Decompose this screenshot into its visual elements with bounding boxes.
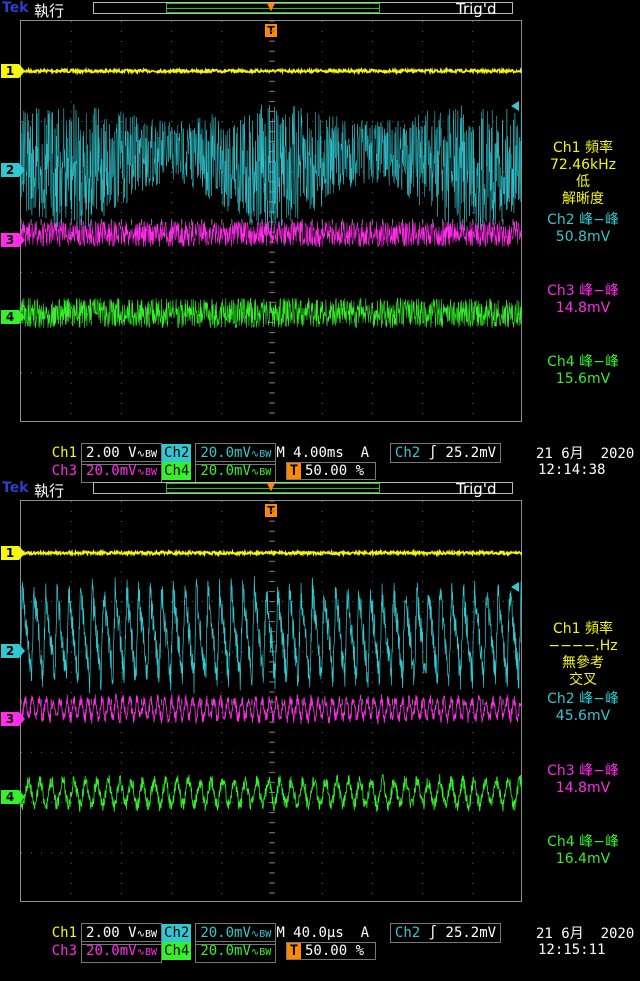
- ch3-marker[interactable]: 3: [1, 233, 25, 247]
- ch3-marker[interactable]: 3: [1, 712, 25, 726]
- ch2-trace: [20, 575, 522, 694]
- waveform-area: [20, 66, 522, 329]
- run-status: 執行: [34, 482, 65, 500]
- measurement-value: 45.6mV: [555, 708, 611, 724]
- timebase[interactable]: M 40.0µs: [276, 925, 343, 941]
- ch4-trace: [20, 297, 522, 329]
- trigger-level[interactable]: 25.2mV: [446, 445, 497, 461]
- trigger-position-readout[interactable]: T 50.00 %: [286, 942, 376, 960]
- measurement-label: Ch4 峰−峰: [547, 354, 619, 370]
- measurement-ch1: Ch1 頻率 72.46kHz 低 解晰度: [526, 140, 640, 208]
- date-readout: 21 6月 2020: [536, 926, 635, 942]
- measurement-ch3: Ch3 峰−峰 14.8mV: [526, 763, 640, 797]
- run-status: 執行: [34, 2, 65, 20]
- scope-screen-2: Tek 執行 Trig'd ▼ T 1 2 3 4 Ch1 頻率 −−−−.Hz…: [0, 480, 640, 963]
- measurement-label: Ch2 峰−峰: [547, 212, 619, 228]
- measurement-ch1: Ch1 頻率 −−−−.Hz 無參考 交叉: [526, 621, 640, 689]
- trigger-status: Trig'd: [456, 0, 497, 18]
- ch1-marker[interactable]: 1: [1, 64, 25, 78]
- ch4-marker[interactable]: 4: [1, 310, 25, 324]
- ch4-name: Ch4: [162, 462, 192, 480]
- trigger-source[interactable]: Ch2: [395, 925, 420, 941]
- ch4-trace: [20, 773, 522, 812]
- trigger-position-marker-top[interactable]: ▼: [264, 480, 278, 493]
- scope-screen-1: Tek 執行 Trig'd ▼ T 1 2 3 4 Ch1 頻率 72.46kH…: [0, 0, 640, 483]
- measurement-label: Ch3 峰−峰: [547, 283, 619, 299]
- acq-mode: A: [360, 445, 370, 461]
- time-readout: 12:14:38: [538, 462, 606, 478]
- ch1-trace: [20, 66, 522, 76]
- tek-logo: Tek: [2, 480, 29, 496]
- scale-row-2: Ch3 20.0mV∿BW Ch4 20.0mV∿BW: [18, 923, 277, 981]
- measurement-value: 16.4mV: [555, 851, 611, 867]
- measurement-ch4: Ch4 峰−峰 15.6mV: [526, 354, 640, 388]
- measurement-label: Ch3 峰−峰: [547, 763, 619, 779]
- ch3-name: Ch3: [51, 943, 78, 959]
- ch2-marker[interactable]: 2: [1, 163, 25, 177]
- trigger-level-marker[interactable]: [511, 101, 519, 111]
- record-timeline[interactable]: [93, 482, 513, 494]
- measurement-label: Ch4 峰−峰: [547, 834, 619, 850]
- measurement-ch3: Ch3 峰−峰 14.8mV: [526, 283, 640, 317]
- measurement-value: 14.8mV: [555, 300, 611, 316]
- ch4-marker[interactable]: 4: [1, 790, 25, 804]
- ch4-name: Ch4: [162, 942, 192, 960]
- ch3-name: Ch3: [51, 463, 78, 479]
- measurement-ch2: Ch2 峰−峰 45.6mV: [526, 691, 640, 725]
- measurement-label: Ch2 峰−峰: [547, 691, 619, 707]
- measurement-value: −−−−.Hz: [548, 638, 618, 654]
- top-status-bar: Tek 執行 Trig'd: [0, 480, 640, 500]
- measurement-note: 低: [576, 174, 590, 190]
- measurement-value: 15.6mV: [555, 371, 611, 387]
- measurement-ch4: Ch4 峰−峰 16.4mV: [526, 834, 640, 868]
- measurement-label: Ch1 頻率: [552, 140, 613, 156]
- measurement-note: 解晰度: [562, 191, 604, 207]
- measurement-note: 交叉: [569, 672, 597, 688]
- ch3-trace: [20, 692, 522, 725]
- trigger-slope-icon: ∫: [428, 925, 438, 941]
- timebase[interactable]: M 4.00ms: [276, 445, 343, 461]
- ch1-marker[interactable]: 1: [1, 546, 25, 560]
- measurement-value: 72.46kHz: [549, 157, 617, 173]
- ch2-marker[interactable]: 2: [1, 644, 25, 658]
- top-status-bar: Tek 執行 Trig'd: [0, 0, 640, 20]
- measurement-ch2: Ch2 峰−峰 50.8mV: [526, 212, 640, 246]
- measurement-value: 50.8mV: [555, 229, 611, 245]
- time-readout: 12:15:11: [538, 942, 606, 958]
- ch2-trace: [20, 104, 522, 232]
- trigger-status: Trig'd: [456, 480, 497, 498]
- trigger-level[interactable]: 25.2mV: [446, 925, 497, 941]
- measurement-label: Ch1 頻率: [552, 621, 613, 637]
- trigger-slope-icon: ∫: [428, 445, 438, 461]
- record-timeline[interactable]: [93, 2, 513, 14]
- tek-logo: Tek: [2, 0, 29, 16]
- ch3-trace: [20, 220, 522, 248]
- ch1-trace: [20, 548, 522, 558]
- waveform-area: [20, 548, 522, 812]
- acq-mode: A: [360, 925, 370, 941]
- date-readout: 21 6月 2020: [536, 446, 635, 462]
- measurement-note: 無參考: [562, 655, 604, 671]
- trigger-position-marker-top[interactable]: ▼: [264, 0, 278, 13]
- trigger-source[interactable]: Ch2: [395, 445, 420, 461]
- trigger-level-marker[interactable]: [511, 582, 519, 592]
- measurement-value: 14.8mV: [555, 780, 611, 796]
- trigger-position-readout[interactable]: T 50.00 %: [286, 462, 376, 480]
